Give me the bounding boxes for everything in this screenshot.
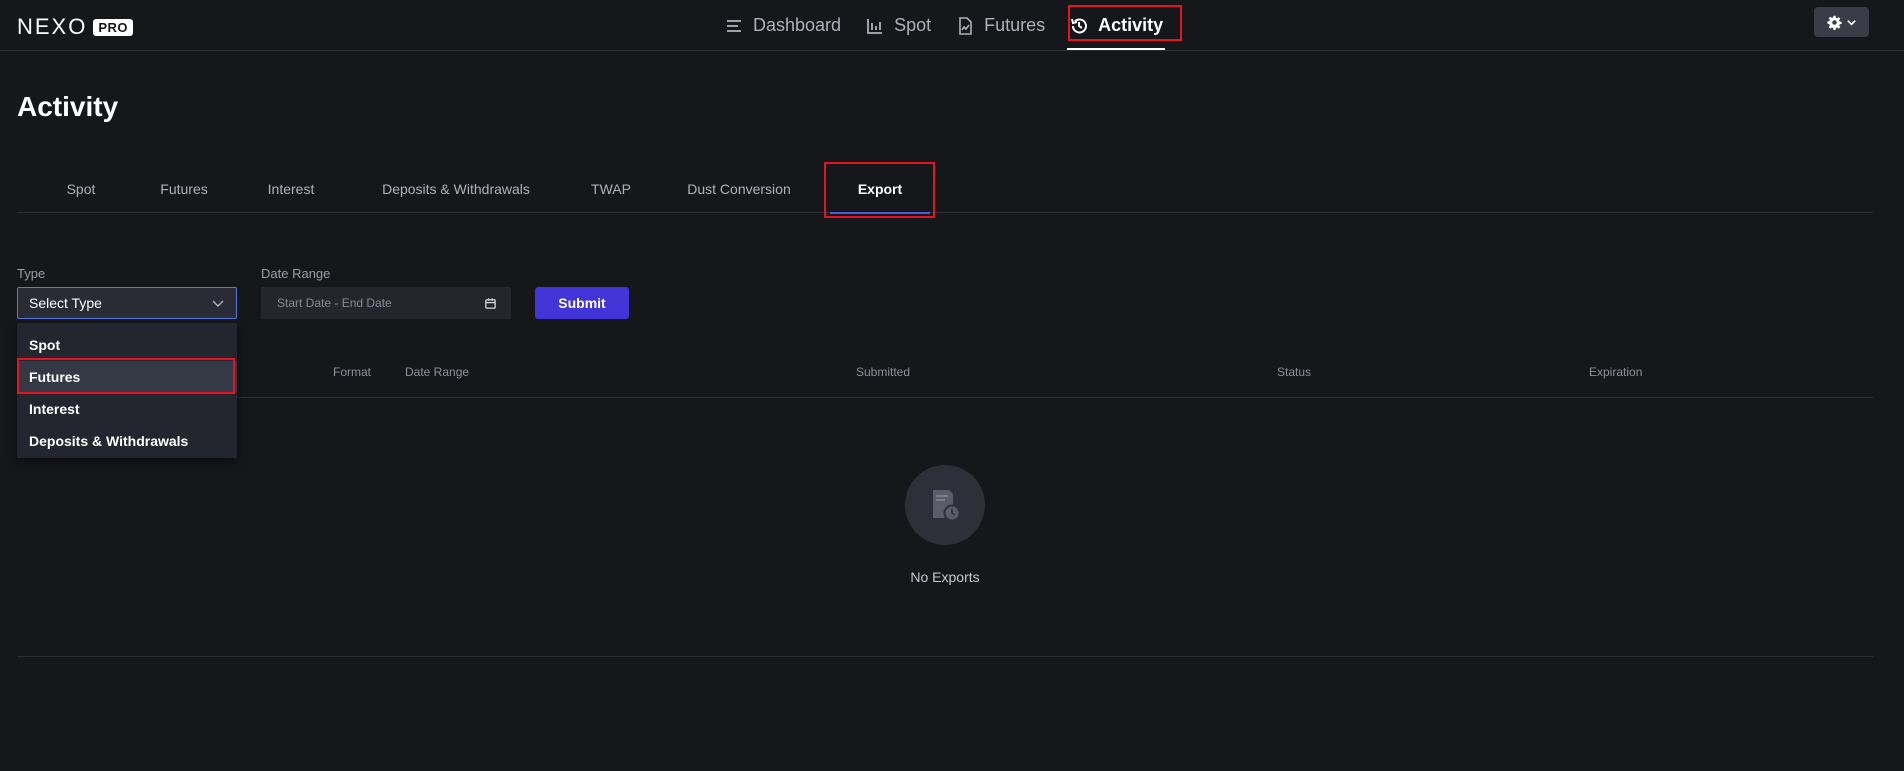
tab-spot[interactable]: Spot	[39, 165, 123, 213]
chevron-down-icon	[212, 300, 224, 307]
nav-item-activity[interactable]: Activity	[1057, 0, 1175, 51]
settings-menu-button[interactable]	[1814, 7, 1869, 37]
nav-item-dashboard[interactable]: Dashboard	[712, 0, 853, 51]
menu-lines-icon	[727, 19, 741, 32]
type-field-label: Type	[17, 266, 46, 281]
column-header-submitted: Submitted	[856, 365, 911, 379]
page-title: Activity	[17, 91, 119, 122]
type-select[interactable]: Select Type	[17, 287, 237, 319]
dropdown-option-spot[interactable]: Spot	[17, 329, 237, 361]
document-clock-icon	[933, 490, 961, 522]
history-icon	[1071, 18, 1088, 33]
date-range-placeholder: Start Date - End Date	[277, 296, 392, 310]
tab-export[interactable]: Export	[827, 165, 933, 214]
logo-pro-badge: PRO	[93, 18, 134, 36]
column-header-format: Format	[333, 365, 372, 379]
empty-state-text: No Exports	[910, 569, 980, 585]
tab-twap[interactable]: TWAP	[575, 165, 647, 213]
date-range-input[interactable]: Start Date - End Date	[261, 287, 511, 319]
nav-label-futures: Futures	[984, 15, 1046, 35]
nav-item-futures[interactable]: Futures	[943, 0, 1057, 51]
nav-label-dashboard: Dashboard	[753, 15, 842, 35]
dropdown-option-interest[interactable]: Interest	[17, 393, 237, 425]
submit-button[interactable]: Submit	[535, 287, 629, 319]
type-dropdown-menu: Spot Futures Interest Deposits & Withdra…	[17, 323, 237, 458]
table-bottom-divider	[17, 656, 1873, 657]
empty-state-illustration	[905, 465, 985, 545]
nav-label-activity: Activity	[1098, 15, 1164, 35]
activity-tabs: Spot Futures Interest Deposits & Withdra…	[17, 165, 1873, 214]
nav-item-spot[interactable]: Spot	[853, 0, 943, 51]
tab-dust-conversion[interactable]: Dust Conversion	[661, 165, 817, 213]
nexo-pro-logo[interactable]: NEXO PRO	[17, 14, 134, 40]
nav-label-spot: Spot	[894, 15, 932, 35]
exports-table-header: Format Date Range Submitted Status Expir…	[17, 352, 1873, 398]
gear-icon	[1826, 15, 1842, 30]
column-header-date-range: Date Range	[405, 365, 470, 379]
logo-wordmark: NEXO	[17, 14, 88, 39]
tab-interest[interactable]: Interest	[245, 165, 337, 213]
calendar-icon	[485, 297, 496, 309]
date-range-field-label: Date Range	[261, 266, 331, 281]
type-select-value: Select Type	[29, 295, 102, 311]
column-header-status: Status	[1277, 365, 1312, 379]
chart-icon	[867, 18, 883, 34]
dropdown-option-futures[interactable]: Futures	[17, 361, 237, 393]
tab-deposits-withdrawals[interactable]: Deposits & Withdrawals	[351, 165, 561, 213]
tab-futures[interactable]: Futures	[137, 165, 231, 213]
chevron-down-icon	[1846, 19, 1856, 26]
document-chart-icon	[959, 16, 972, 35]
dropdown-option-deposits-withdrawals[interactable]: Deposits & Withdrawals	[17, 425, 237, 457]
main-nav: Dashboard Spot Futures Activity	[712, 0, 1175, 51]
top-navigation-bar: NEXO PRO Dashboard Spot Futures Activity	[0, 0, 1904, 51]
column-header-expiration: Expiration	[1589, 365, 1643, 379]
